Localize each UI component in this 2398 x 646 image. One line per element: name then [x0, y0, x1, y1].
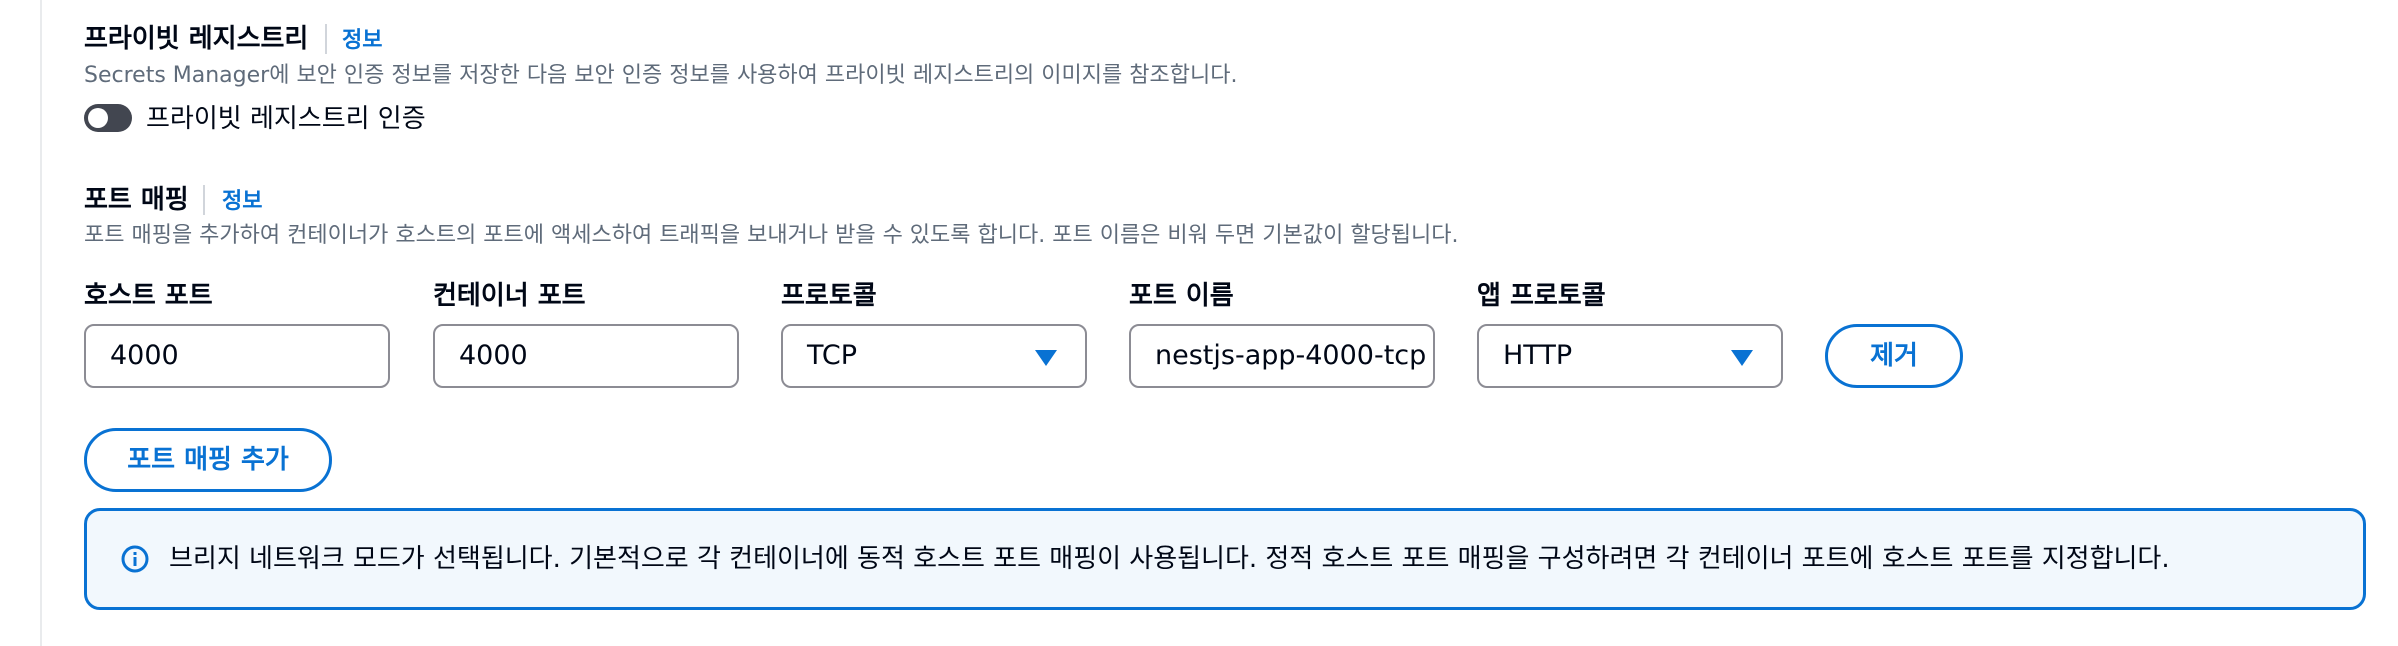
private-registry-auth-label: 프라이빗 레지스트리 인증 [146, 104, 426, 134]
private-registry-title: 프라이빗 레지스트리 [84, 24, 309, 54]
port-name-label: 포트 이름 [1129, 281, 1234, 311]
private-registry-auth-toggle[interactable] [84, 104, 132, 132]
protocol-select-value: TCP [807, 340, 858, 371]
alert-message: 브리지 네트워크 모드가 선택됩니다. 기본적으로 각 컨테이너에 동적 호스트… [169, 544, 2170, 574]
section-left-border [40, 0, 42, 646]
app-protocol-select[interactable]: HTTP [1477, 324, 1783, 388]
port-name-input[interactable]: nestjs-app-4000-tcp [1129, 324, 1435, 388]
private-registry-description: Secrets Manager에 보안 인증 정보를 저장한 다음 보안 인증 … [84, 63, 1238, 88]
container-port-input[interactable]: 4000 [433, 324, 739, 388]
title-divider [325, 24, 327, 54]
host-port-input[interactable]: 4000 [84, 324, 390, 388]
protocol-select[interactable]: TCP [781, 324, 1087, 388]
title-divider [203, 185, 205, 215]
port-mapping-description: 포트 매핑을 추가하여 컨테이너가 호스트의 포트에 액세스하여 트래픽을 보내… [84, 223, 1459, 248]
remove-port-mapping-button[interactable]: 제거 [1825, 324, 1963, 388]
private-registry-info-link[interactable]: 정보 [342, 26, 382, 56]
toggle-knob [88, 108, 108, 128]
bridge-network-info-alert: 브리지 네트워크 모드가 선택됩니다. 기본적으로 각 컨테이너에 동적 호스트… [84, 508, 2366, 610]
protocol-label: 프로토콜 [781, 281, 877, 311]
container-port-label: 컨테이너 포트 [433, 281, 586, 311]
host-port-label: 호스트 포트 [84, 281, 213, 311]
port-mapping-info-link[interactable]: 정보 [222, 187, 262, 217]
info-icon [121, 545, 149, 573]
port-mapping-title: 포트 매핑 [84, 185, 189, 215]
caret-down-icon [1035, 350, 1057, 366]
add-port-mapping-button[interactable]: 포트 매핑 추가 [84, 428, 332, 492]
app-protocol-select-value: HTTP [1503, 340, 1573, 371]
app-protocol-label: 앱 프로토콜 [1477, 281, 1606, 311]
caret-down-icon [1731, 350, 1753, 366]
